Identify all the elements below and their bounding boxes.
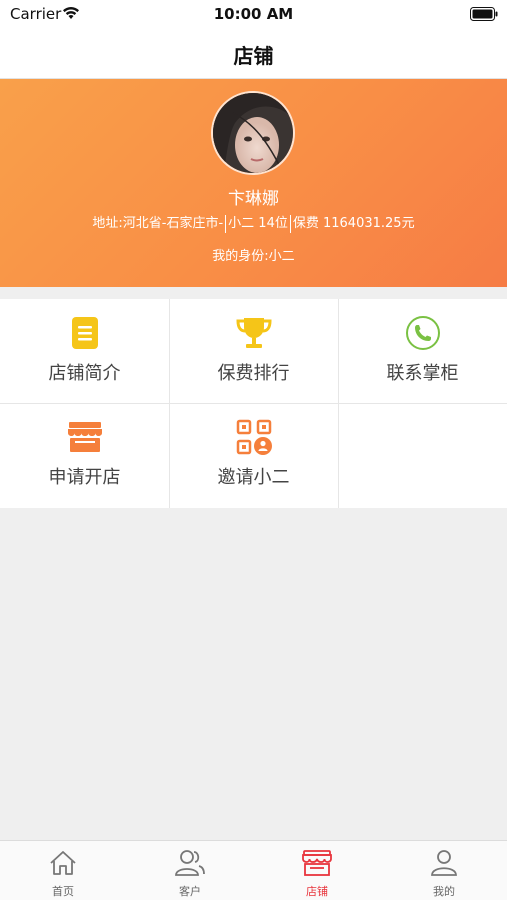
tab-mine[interactable]: 我的 (381, 841, 507, 900)
tab-bar: 首页 客户 店铺 我的 (0, 840, 507, 900)
grid-item-label: 邀请小二 (217, 467, 290, 488)
phone-icon (338, 315, 507, 351)
tab-customers[interactable]: 客户 (127, 841, 253, 900)
rank-text: 小二 14位 (228, 216, 288, 231)
tab-label: 我的 (433, 885, 455, 898)
shop-owner-name: 卞琳娜 (228, 189, 279, 209)
avatar[interactable] (211, 91, 295, 175)
grid-item-label: 保费排行 (217, 363, 290, 384)
home-icon (0, 848, 126, 878)
grid-item-label: 申请开店 (48, 467, 121, 488)
grid-item-fee-ranking[interactable]: 保费排行 (169, 299, 338, 403)
storefront-icon (0, 419, 169, 455)
grid-item-apply-shop[interactable]: 申请开店 (0, 403, 169, 507)
grid-item-contact-owner[interactable]: 联系掌柜 (338, 299, 507, 403)
identity-text: 我的身份:小二 (212, 249, 295, 264)
divider (225, 214, 227, 233)
fee-text: 保费 1164031.25元 (292, 216, 415, 231)
grid-divider (0, 403, 507, 404)
tab-home[interactable]: 首页 (0, 841, 126, 900)
profile-banner: 卞琳娜 地址:河北省-石家庄市- 小二 14位 保费 1164031.25元 我的身… (0, 79, 507, 287)
person-icon (381, 848, 507, 878)
qr-invite-icon (169, 419, 338, 455)
app-screen: Carrier 10:00 AM 店铺 卞琳娜 地址:河北省-石家庄市- 小二 … (0, 0, 507, 900)
grid-item-invite-staff[interactable]: 邀请小二 (169, 403, 338, 507)
function-grid: 店铺简介 保费排行 联系掌柜 申请开店 邀请小二 (0, 299, 507, 508)
grid-item-label: 联系掌柜 (386, 363, 459, 384)
page-title: 店铺 (233, 44, 274, 68)
trophy-icon (169, 315, 338, 351)
status-bar: Carrier 10:00 AM (0, 0, 507, 28)
tab-label: 客户 (179, 885, 201, 898)
battery-icon (470, 6, 498, 25)
document-icon (0, 315, 169, 351)
navigation-bar: 店铺 (0, 28, 507, 79)
divider (289, 214, 291, 233)
grid-item-shop-intro[interactable]: 店铺简介 (0, 299, 169, 403)
clock: 10:00 AM (213, 5, 294, 23)
store-icon (254, 848, 380, 878)
users-icon (127, 848, 253, 878)
profile-info-line: 地址:河北省-石家庄市- 小二 14位 保费 1164031.25元 (0, 212, 507, 233)
tab-label: 首页 (52, 885, 74, 898)
grid-item-label: 店铺简介 (48, 363, 121, 384)
tab-shop[interactable]: 店铺 (254, 841, 380, 900)
address-text: 地址:河北省-石家庄市- (92, 216, 224, 231)
tab-label: 店铺 (306, 885, 328, 898)
